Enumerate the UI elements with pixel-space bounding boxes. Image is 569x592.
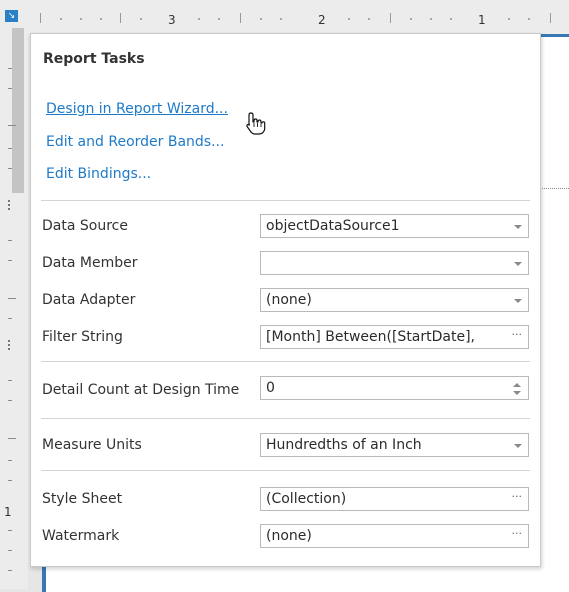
divider bbox=[41, 470, 530, 471]
measure-units-label: Measure Units bbox=[42, 437, 142, 453]
spin-up-icon[interactable] bbox=[513, 383, 521, 387]
data-adapter-dropdown[interactable]: (none) bbox=[260, 288, 529, 312]
filter-string-value: [Month] Between([StartDate], bbox=[266, 329, 476, 345]
data-adapter-value: (none) bbox=[266, 292, 312, 308]
ruler-number: 2 bbox=[318, 13, 326, 27]
data-member-label: Data Member bbox=[42, 255, 138, 271]
chevron-down-icon[interactable] bbox=[514, 444, 522, 448]
report-tasks-panel: Report Tasks Design in Report Wizard... … bbox=[30, 33, 541, 567]
watermark-label: Watermark bbox=[42, 528, 120, 544]
chevron-down-icon[interactable] bbox=[514, 299, 522, 303]
data-source-value: objectDataSource1 bbox=[266, 218, 400, 234]
style-sheet-field[interactable]: (Collection) ··· bbox=[260, 487, 529, 511]
watermark-field[interactable]: (none) ··· bbox=[260, 524, 529, 548]
style-sheet-label: Style Sheet bbox=[42, 491, 123, 507]
chevron-down-icon[interactable] bbox=[514, 262, 522, 266]
ellipsis-icon[interactable]: ··· bbox=[512, 328, 523, 341]
edit-bindings-link[interactable]: Edit Bindings... bbox=[46, 166, 151, 182]
data-adapter-label: Data Adapter bbox=[42, 292, 136, 308]
watermark-value: (none) bbox=[266, 528, 312, 544]
detail-count-value: 0 bbox=[266, 380, 275, 396]
hand-pointer-icon bbox=[246, 112, 266, 135]
data-member-dropdown[interactable] bbox=[260, 251, 529, 275]
ruler-corner: ↘ bbox=[0, 0, 28, 28]
spin-down-icon[interactable] bbox=[513, 391, 521, 395]
edit-and-reorder-bands-link[interactable]: Edit and Reorder Bands... bbox=[46, 134, 224, 150]
measure-units-value: Hundredths of an Inch bbox=[266, 437, 422, 453]
ellipsis-icon[interactable]: ··· bbox=[512, 490, 523, 503]
horizontal-ruler: 3 2 1 bbox=[28, 0, 569, 34]
divider bbox=[41, 361, 530, 362]
ruler-number: 1 bbox=[478, 13, 486, 27]
measure-units-dropdown[interactable]: Hundredths of an Inch bbox=[260, 433, 529, 457]
data-source-label: Data Source bbox=[42, 218, 128, 234]
divider bbox=[41, 418, 530, 419]
filter-string-field[interactable]: [Month] Between([StartDate], ··· bbox=[260, 325, 529, 349]
vertical-ruler: 1 bbox=[0, 28, 28, 589]
data-source-dropdown[interactable]: objectDataSource1 bbox=[260, 214, 529, 238]
detail-count-label: Detail Count at Design Time bbox=[42, 382, 240, 398]
ruler-number: 1 bbox=[4, 505, 12, 519]
ruler-number: 3 bbox=[168, 13, 176, 27]
detail-count-spinner[interactable]: 0 bbox=[260, 376, 529, 400]
chevron-down-icon[interactable] bbox=[514, 225, 522, 229]
collapse-arrow-icon[interactable]: ↘ bbox=[5, 10, 18, 22]
design-in-report-wizard-link[interactable]: Design in Report Wizard... bbox=[46, 101, 228, 117]
filter-string-label: Filter String bbox=[42, 329, 123, 345]
style-sheet-value: (Collection) bbox=[266, 491, 347, 507]
divider bbox=[41, 200, 530, 201]
panel-title: Report Tasks bbox=[43, 51, 145, 67]
ellipsis-icon[interactable]: ··· bbox=[512, 527, 523, 540]
